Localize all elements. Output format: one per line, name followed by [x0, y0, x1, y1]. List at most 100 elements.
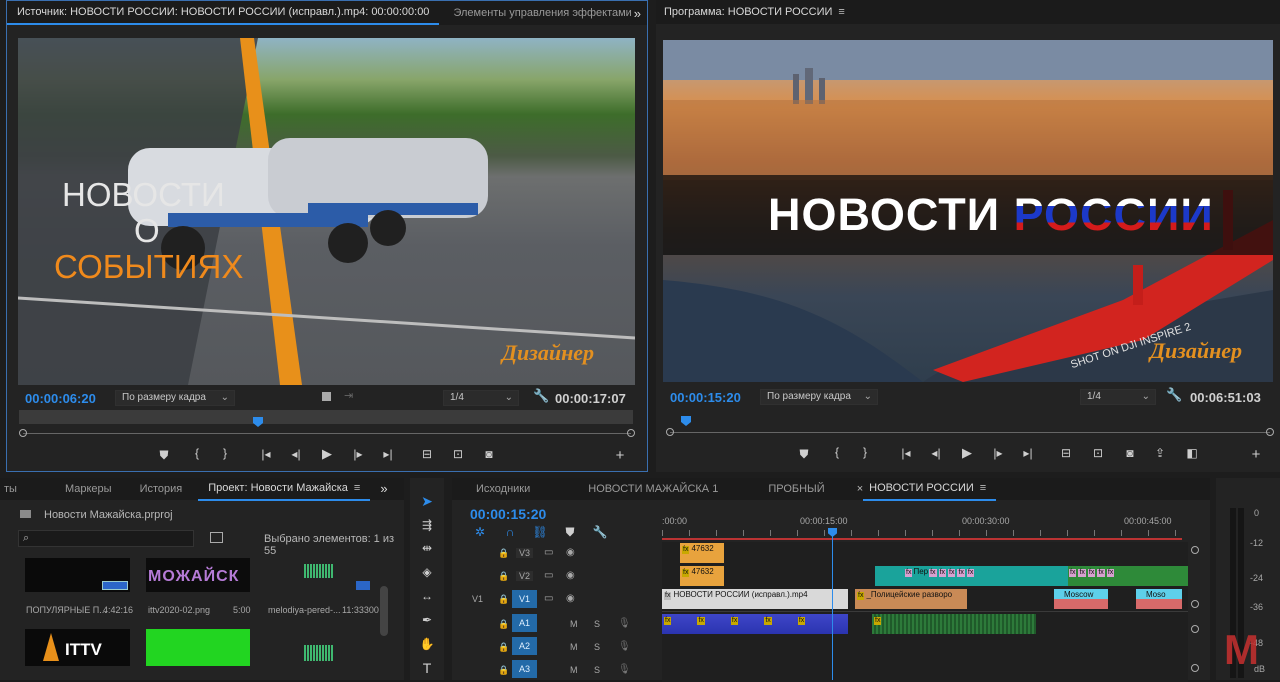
timeline-playhead[interactable] [832, 530, 833, 680]
track-select-tool-icon[interactable]: ⇶ [417, 518, 437, 532]
tab-effect-controls[interactable]: Элементы управления эффектами [443, 1, 641, 25]
circle-handle-icon[interactable] [1191, 600, 1199, 608]
lock-icon[interactable]: 🔒 [498, 619, 509, 630]
mark-out-icon[interactable]: } [855, 445, 875, 459]
source-playhead[interactable] [253, 417, 263, 427]
clip-a1-a[interactable]: fx fx fx fx fx [662, 614, 848, 634]
ripple-tool-icon[interactable]: ⇹ [417, 541, 437, 555]
track-area[interactable]: fx 47632 fx 47632 fx Пер fx fx fx fx fx fx fx fx fx… [662, 542, 1188, 682]
film-icon[interactable]: ▭ [544, 570, 553, 581]
tab-sources-seq[interactable]: Исходники [466, 477, 540, 501]
track-label-a3[interactable]: A3 [512, 660, 538, 678]
eye-icon[interactable]: ◉ [566, 570, 575, 581]
track-label-v1[interactable]: V1 [512, 590, 538, 608]
clip-v2-b[interactable]: fx Пер fx fx fx fx fx [875, 566, 1068, 586]
panel-overflow-icon[interactable]: » [370, 477, 397, 501]
step-back-icon[interactable]: ◂| [286, 447, 306, 461]
insert-icon[interactable]: ⊟ [417, 447, 437, 461]
wrench-icon[interactable]: 🔧 [590, 525, 610, 539]
tab-seq-russia[interactable]: НОВОСТИ РОССИИ ≡ [863, 477, 997, 501]
comparison-icon[interactable]: ◧ [1182, 446, 1202, 460]
go-to-in-icon[interactable]: |◂ [896, 446, 916, 460]
tab-seq-mozhaisk[interactable]: НОВОСТИ МАЖАЙСКА 1 [578, 477, 728, 501]
tab-history[interactable]: История [130, 477, 193, 501]
slip-tool-icon[interactable]: ↔ [417, 589, 437, 603]
clip-v1-a[interactable]: fx НОВОСТИ РОССИИ (исправл.).mp4 [662, 589, 848, 609]
play-icon[interactable]: ▶ [317, 446, 337, 462]
mic-icon[interactable]: 🎙 [618, 641, 631, 652]
settings-square-icon[interactable] [322, 392, 331, 401]
go-to-out-icon[interactable]: ▸| [1018, 446, 1038, 460]
mic-icon[interactable]: 🎙 [618, 618, 631, 629]
track-label-v2[interactable]: V2 [516, 571, 534, 581]
circle-handle-icon[interactable] [627, 429, 635, 437]
razor-tool-icon[interactable]: ◈ [417, 565, 437, 579]
mark-in-icon[interactable]: { [827, 445, 847, 459]
source-fit-dropdown[interactable]: По размеру кадра ⌄ [115, 390, 235, 406]
source-res-dropdown[interactable]: 1/4 ⌄ [443, 390, 519, 406]
clip-v1-b[interactable]: fx _Полицейские развоpо [855, 589, 967, 609]
play-icon[interactable]: ▶ [957, 445, 977, 461]
program-timebar[interactable] [670, 432, 1270, 433]
circle-handle-icon[interactable] [1266, 428, 1274, 436]
source-timebar[interactable] [23, 433, 631, 434]
tab-effects[interactable]: ты [0, 477, 27, 501]
pen-tool-icon[interactable]: ✒ [417, 613, 437, 627]
clip-v1-c[interactable]: Moscow [1054, 589, 1108, 609]
mark-in-icon[interactable]: { [187, 446, 207, 460]
project-search-input[interactable]: ⌕ [18, 530, 194, 547]
hand-tool-icon[interactable]: ✋ [417, 637, 437, 651]
export-icon[interactable]: ⇪ [1150, 446, 1170, 460]
mute-button[interactable]: M [570, 642, 578, 652]
step-forward-icon[interactable]: |▸ [988, 446, 1008, 460]
tab-markers[interactable]: Маркеры [55, 477, 122, 501]
source-zoom-bar[interactable] [19, 410, 633, 424]
step-back-icon[interactable]: ◂| [926, 446, 946, 460]
film-icon[interactable]: ▭ [544, 547, 553, 558]
new-bin-icon[interactable] [210, 532, 223, 543]
thumb-ittv[interactable]: ITTV [25, 629, 130, 666]
go-to-in-icon[interactable]: |◂ [256, 447, 276, 461]
linked-icon[interactable]: ⛓ [530, 525, 550, 539]
marker-icon[interactable]: ⛊ [154, 448, 174, 463]
project-scrollbar[interactable] [380, 586, 388, 636]
program-timecode[interactable]: 00:00:15:20 [670, 390, 741, 405]
camera-icon[interactable]: ◙ [1120, 446, 1140, 460]
add-button-icon[interactable]: + [610, 447, 630, 464]
circle-handle-icon[interactable] [1191, 664, 1199, 672]
thumb-green-screen[interactable] [146, 629, 250, 666]
lift-icon[interactable]: ⊟ [1056, 446, 1076, 460]
tab-source[interactable]: Источник: НОВОСТИ РОССИИ: НОВОСТИ РОССИИ… [7, 1, 440, 25]
thumb-melodiya[interactable] [268, 558, 372, 592]
program-fit-dropdown[interactable]: По размеру кадра ⌄ [760, 389, 878, 405]
thumb-popular[interactable] [25, 558, 130, 592]
tab-seq-probny[interactable]: ПРОБНЫЙ [758, 477, 834, 501]
wrench-icon[interactable]: 🔧 [1166, 387, 1182, 403]
track-label-a2[interactable]: A2 [512, 637, 538, 655]
go-to-out-icon[interactable]: ▸| [378, 447, 398, 461]
work-area-bar[interactable] [662, 538, 1182, 540]
source-timecode[interactable]: 00:00:06:20 [25, 391, 96, 406]
clip-v1-d[interactable]: Moso [1136, 589, 1182, 609]
camera-icon[interactable]: ◙ [479, 447, 499, 461]
eye-icon[interactable]: ◉ [566, 547, 575, 558]
lock-icon[interactable]: 🔒 [498, 594, 509, 605]
solo-button[interactable]: S [594, 642, 600, 652]
lock-icon[interactable]: 🔒 [498, 548, 509, 559]
type-tool-icon[interactable]: T [417, 660, 437, 676]
extract-icon[interactable]: ⊡ [1088, 446, 1108, 460]
timeline-timecode[interactable]: 00:00:15:20 [470, 506, 546, 522]
circle-handle-icon[interactable] [666, 428, 674, 436]
thumb-audio-2[interactable] [268, 629, 372, 666]
clip-v2-c[interactable]: fx fx fx fx fx [1068, 566, 1188, 586]
eye-icon[interactable]: ◉ [566, 593, 575, 604]
add-marker-icon[interactable]: ⛊ [560, 525, 580, 540]
circle-handle-icon[interactable] [19, 429, 27, 437]
tab-project[interactable]: Проект: Новости Мажайска ≡ [198, 477, 371, 501]
mute-button[interactable]: M [570, 665, 578, 675]
solo-button[interactable]: S [594, 665, 600, 675]
nest-icon[interactable]: ✲ [470, 525, 490, 539]
step-forward-icon[interactable]: |▸ [348, 447, 368, 461]
track-label-v3[interactable]: V3 [516, 548, 534, 558]
menu-icon[interactable]: ≡ [838, 0, 844, 24]
